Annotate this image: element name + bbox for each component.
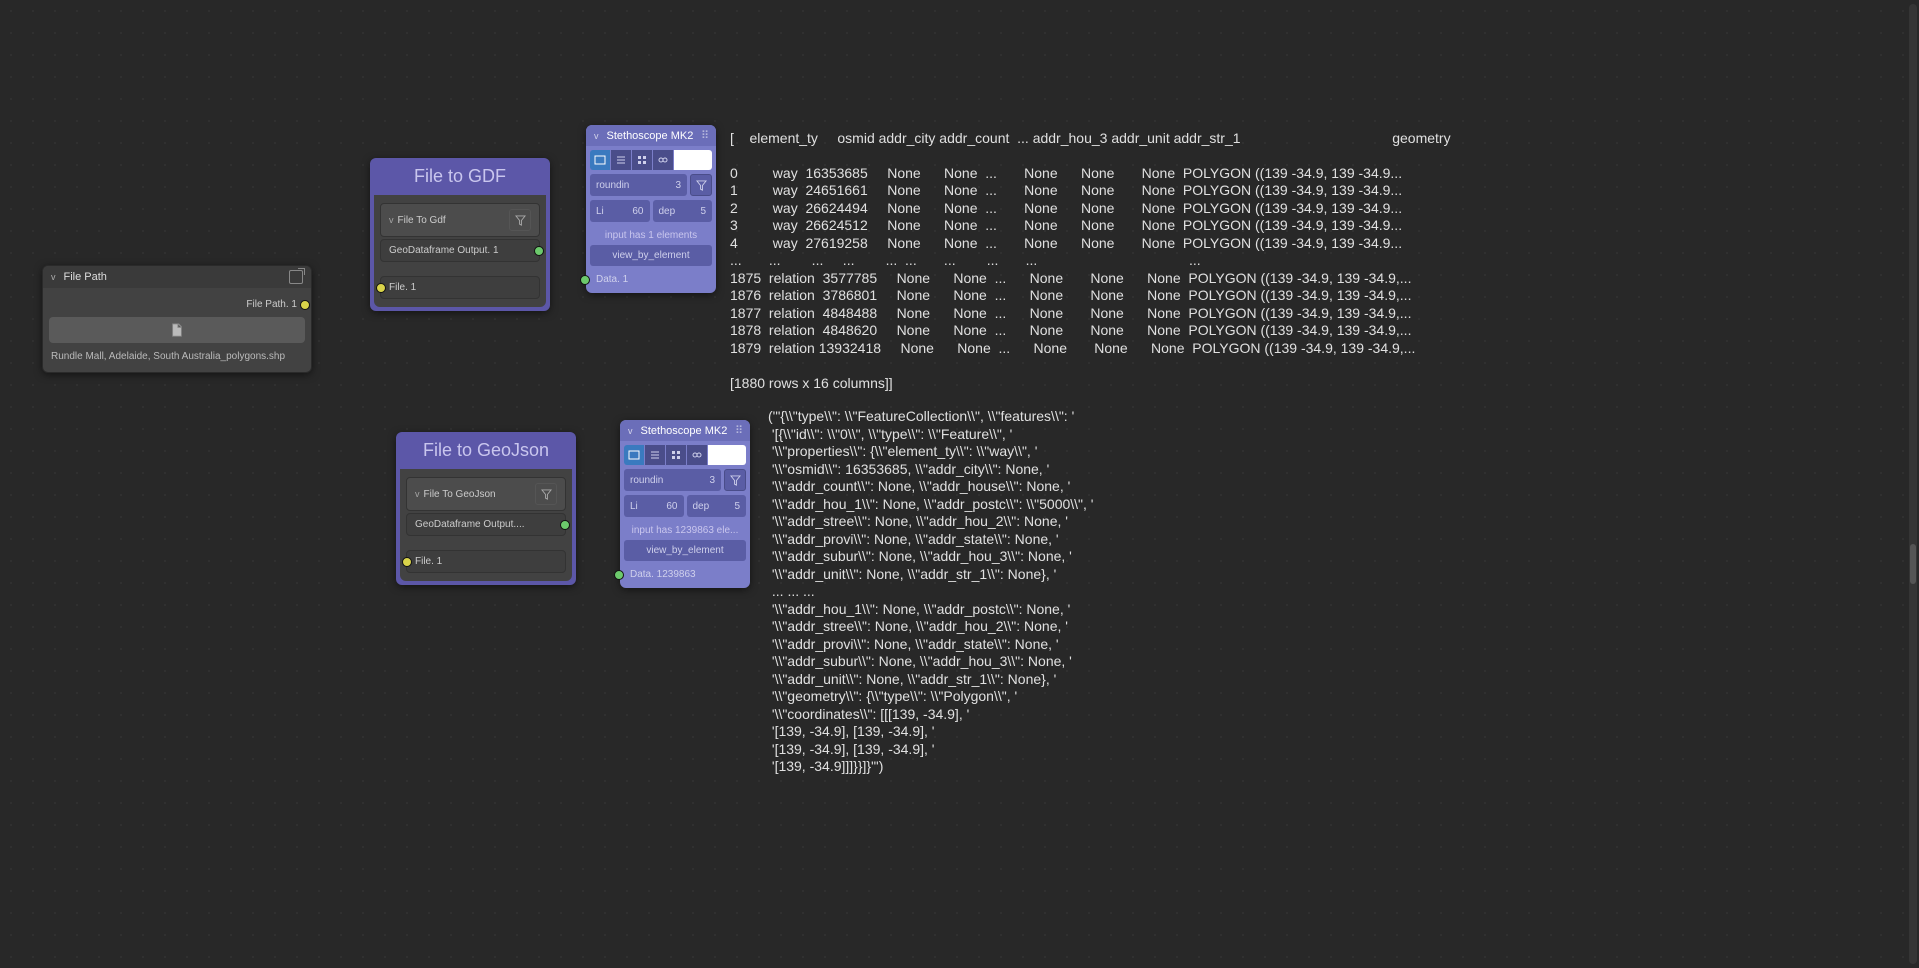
file-to-gdf-node[interactable]: File to GDF File To Gdf GeoDataframe Out… [370,158,550,311]
node-title: File to GeoJson [396,432,576,469]
output-socket[interactable] [534,246,544,256]
collapse-icon[interactable] [389,215,398,226]
file-open-button[interactable] [49,317,305,343]
input-row: File. 1 [380,276,540,299]
scrollbar-thumb[interactable] [1910,544,1916,584]
dep-value: 5 [700,206,706,217]
view-list-icon[interactable] [611,150,631,170]
table-header: [ element_ty osmid addr_city addr_count … [730,130,1451,146]
node-title: File Path [64,271,107,283]
filter-icon[interactable] [509,209,531,231]
geojson-output: ('"{\\"type\\": \\"FeatureCollection\\",… [768,408,1093,776]
output-label: GeoDataframe Output. 1 [389,245,499,256]
node-header[interactable]: Stethoscope MK2 ⠿ [620,420,750,441]
output-socket[interactable] [560,520,570,530]
input-socket[interactable] [580,275,590,285]
output-row: GeoDataframe Output. 1 [380,239,540,262]
node-title: Stethoscope MK2 [641,425,728,437]
data-output-row: Data. 1 [590,270,712,289]
filter-icon[interactable] [724,469,746,491]
collapse-icon[interactable] [51,271,60,283]
roundin-value: 3 [675,180,681,191]
filter-icon[interactable] [535,483,557,505]
filter-icon[interactable] [690,174,712,196]
info-text: input has 1239863 ele... [624,521,746,540]
view-mode-toolbar [624,445,746,465]
dep-field[interactable]: dep 5 [653,200,713,222]
view-mode-toolbar [590,150,712,170]
color-swatch[interactable] [674,150,712,170]
collapse-icon[interactable] [594,130,603,142]
data-output-label: Data. 1 [596,274,628,285]
sub-title: File To GeoJson [424,489,496,500]
view-grid-icon[interactable] [666,445,686,465]
roundin-label: roundin [630,475,663,486]
input-row: File. 1 [406,550,566,573]
grip-icon[interactable]: ⠿ [735,424,742,437]
view-text-icon[interactable] [590,150,610,170]
view-by-element-button[interactable]: view_by_element [590,245,712,266]
grip-icon[interactable]: ⠿ [701,129,708,142]
node-title: File to GDF [370,158,550,195]
li-field[interactable]: Li 60 [590,200,650,222]
view-link-icon[interactable] [687,445,707,465]
output-label: GeoDataframe Output.... [415,519,525,530]
roundin-value: 3 [709,475,715,486]
stethoscope-node-2[interactable]: Stethoscope MK2 ⠿ roundin 3 Li 60 [620,420,750,588]
view-grid-icon[interactable] [632,150,652,170]
stethoscope-node-1[interactable]: Stethoscope MK2 ⠿ roundin 3 Li 60 [586,125,716,293]
file-to-geojson-node[interactable]: File to GeoJson File To GeoJson GeoDataf… [396,432,576,585]
dep-label: dep [659,206,676,217]
li-label: Li [630,501,638,512]
roundin-field[interactable]: roundin 3 [624,469,721,491]
output-socket[interactable] [300,300,310,310]
roundin-field[interactable]: roundin 3 [590,174,687,196]
table-footer: [1880 rows x 16 columns]] [730,375,893,391]
input-socket[interactable] [376,283,386,293]
input-socket[interactable] [402,557,412,567]
output-row: GeoDataframe Output.... [406,513,566,536]
color-swatch[interactable] [708,445,746,465]
file-path-node[interactable]: File Path File Path. 1 Rundle Mall, Adel… [42,265,312,373]
input-label: File. 1 [389,282,416,293]
data-output-row: Data. 1239863 [624,565,746,584]
node-header[interactable]: File Path [43,266,311,288]
output-label: File Path. 1 [246,299,297,310]
input-socket[interactable] [614,570,624,580]
output-socket-row: File Path. 1 [49,296,305,313]
roundin-label: roundin [596,180,629,191]
view-by-element-button[interactable]: view_by_element [624,540,746,561]
file-icon [170,323,184,337]
li-value: 60 [666,501,677,512]
vertical-scrollbar[interactable] [1909,4,1917,964]
sub-header-row[interactable]: File To GeoJson [406,477,566,511]
view-list-icon[interactable] [645,445,665,465]
collapse-icon[interactable] [415,489,424,500]
li-label: Li [596,206,604,217]
dataframe-output: [ element_ty osmid addr_city addr_count … [730,112,1451,392]
table-rows: 0 way 16353685 None None ... None None N… [730,165,1415,356]
view-link-icon[interactable] [653,150,673,170]
node-title: Stethoscope MK2 [607,130,694,142]
collapse-icon[interactable] [628,425,637,437]
data-output-label: Data. 1239863 [630,569,696,580]
dep-field[interactable]: dep 5 [687,495,747,517]
dep-label: dep [693,501,710,512]
file-path-label: Rundle Mall, Adelaide, South Australia_p… [49,347,305,366]
dep-value: 5 [734,501,740,512]
li-field[interactable]: Li 60 [624,495,684,517]
sub-title: File To Gdf [398,215,446,226]
node-header[interactable]: Stethoscope MK2 ⠿ [586,125,716,146]
input-label: File. 1 [415,556,442,567]
popout-icon[interactable] [289,270,303,284]
info-text: input has 1 elements [590,226,712,245]
view-text-icon[interactable] [624,445,644,465]
li-value: 60 [632,206,643,217]
sub-header-row[interactable]: File To Gdf [380,203,540,237]
